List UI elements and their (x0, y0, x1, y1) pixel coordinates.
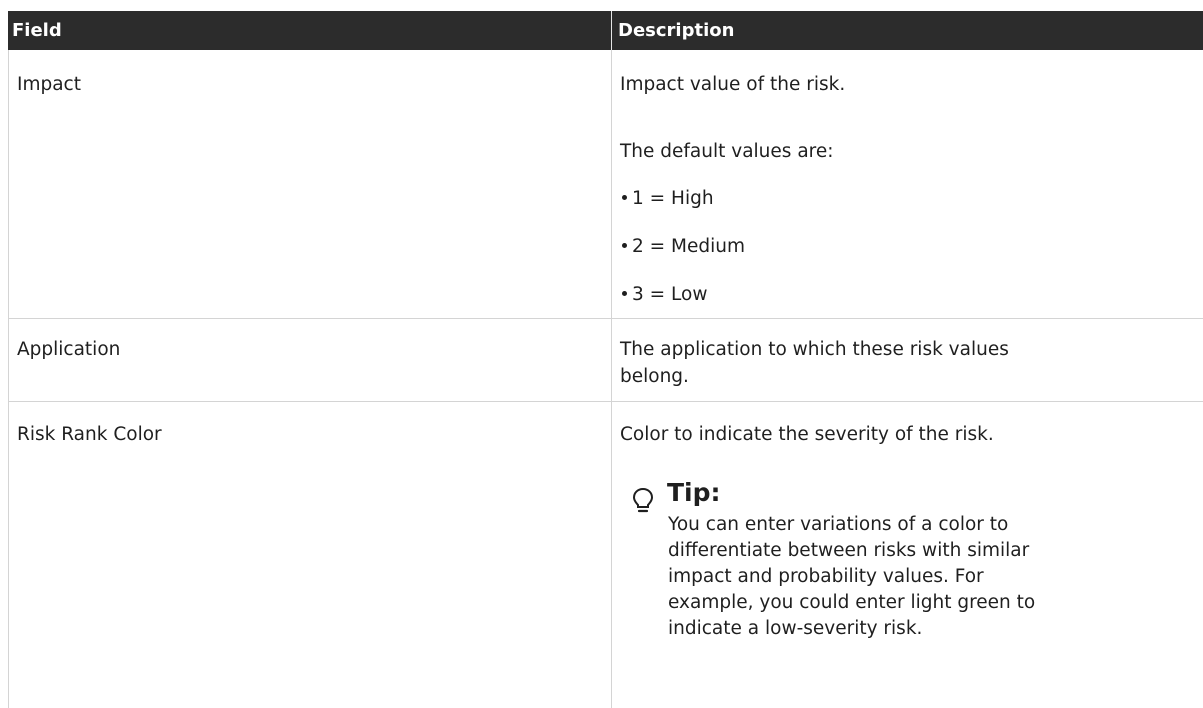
field-name-risk-rank-color: Risk Rank Color (17, 424, 162, 445)
field-name-impact: Impact (17, 74, 81, 95)
column-header-description: Description (618, 20, 735, 41)
application-description-line-2: belong. (620, 366, 689, 387)
field-name-application: Application (17, 339, 121, 360)
row-divider (8, 401, 1203, 402)
column-divider (611, 50, 612, 708)
tip-title: Tip: (667, 478, 721, 507)
header-divider (611, 11, 612, 50)
column-header-field: Field (12, 20, 62, 41)
table-header: Field Description (8, 11, 1203, 50)
impact-default-values-lead: The default values are: (620, 141, 834, 162)
list-item: 1 = High (620, 187, 714, 210)
bullet-icon (622, 243, 627, 248)
list-item-text: 1 = High (632, 188, 714, 209)
list-item-text: 2 = Medium (632, 236, 746, 257)
list-item-text: 3 = Low (632, 284, 708, 305)
list-item: 3 = Low (620, 283, 707, 306)
list-item: 2 = Medium (620, 235, 745, 258)
table-left-border (8, 50, 9, 708)
lightbulb-icon (632, 487, 654, 513)
row-divider (8, 318, 1203, 319)
application-description-line-1: The application to which these risk valu… (620, 339, 1009, 360)
field-description-table: Field Description Impact Impact value of… (0, 0, 1203, 708)
impact-description: Impact value of the risk. (620, 74, 846, 95)
risk-rank-color-description: Color to indicate the severity of the ri… (620, 424, 994, 445)
bullet-icon (622, 291, 627, 296)
bullet-icon (622, 195, 627, 200)
tip-body: You can enter variations of a color to d… (668, 514, 1036, 639)
